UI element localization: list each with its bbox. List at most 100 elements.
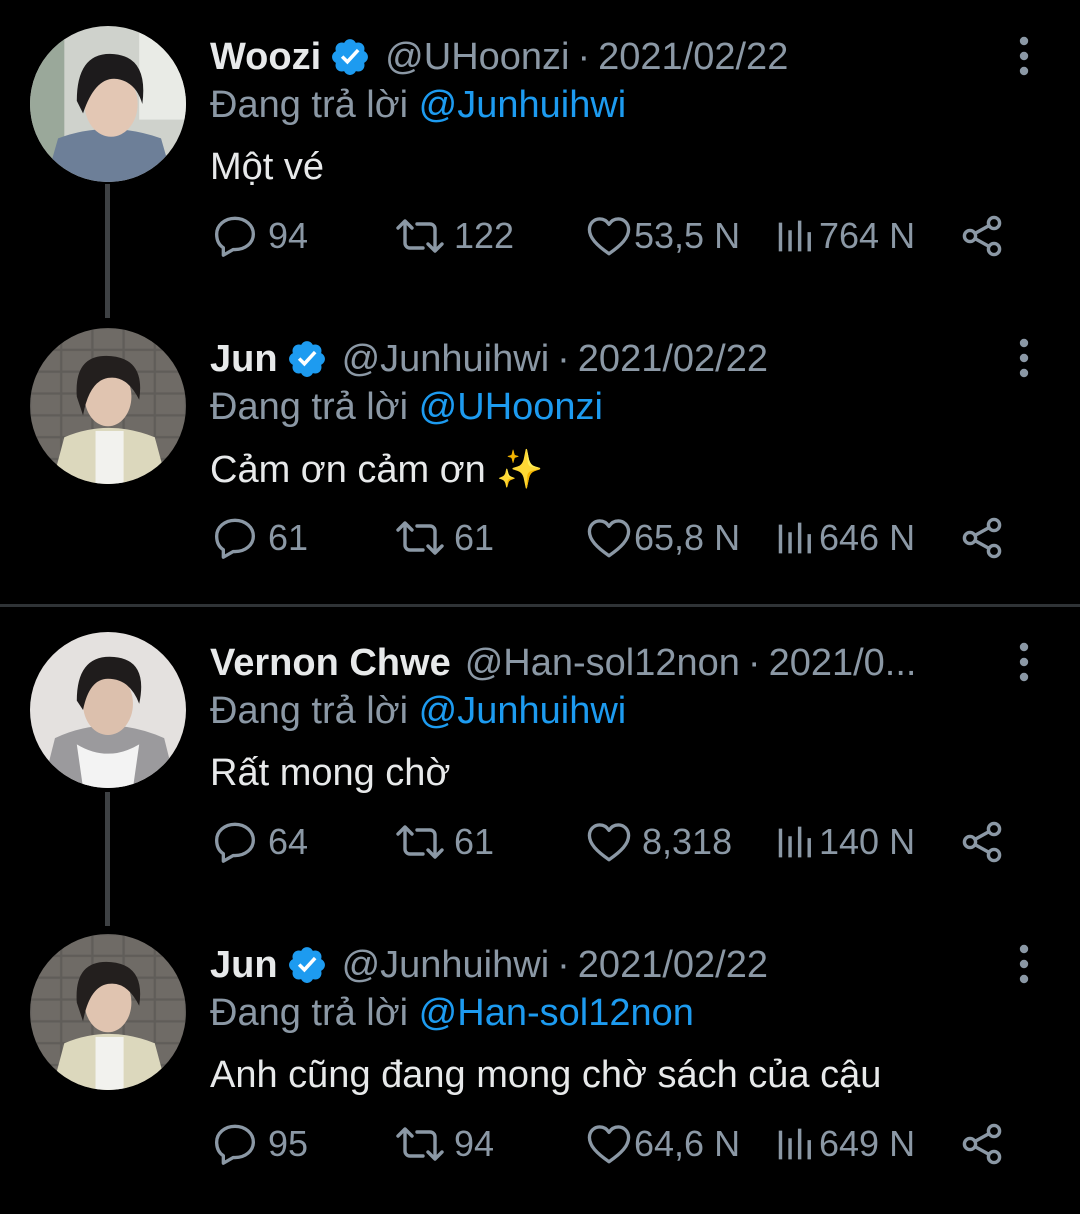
tweet-actions: 94 122 53,5 N 764 N (210, 206, 1010, 266)
reply-icon (210, 1119, 260, 1169)
tweet-header: Jun @Junhuihwi · 2021/02/22 (210, 332, 768, 386)
replying-to-mention[interactable]: @Junhuihwi (419, 690, 627, 732)
heart-icon (584, 1119, 634, 1169)
tweet-actions: 95 94 64,6 N 649 N (210, 1114, 1010, 1174)
author-handle[interactable]: @Junhuihwi (342, 944, 550, 987)
views-button[interactable]: 764 N (773, 206, 915, 266)
retweet-button[interactable]: 94 (392, 1114, 494, 1174)
replying-to: Đang trả lời @Junhuihwi (210, 690, 626, 733)
replying-to: Đang trả lời @Junhuihwi (210, 84, 626, 127)
author-name[interactable]: Jun (210, 944, 278, 987)
avatar[interactable] (30, 632, 186, 788)
heart-icon (584, 211, 634, 261)
views-button[interactable]: 140 N (773, 812, 915, 872)
tweet-date[interactable]: 2021/02/22 (578, 338, 768, 381)
tweet-date[interactable]: 2021/0... (769, 642, 917, 685)
replying-to-mention[interactable]: @Han-sol12non (419, 992, 694, 1034)
replying-to-mention[interactable]: @Junhuihwi (419, 84, 627, 126)
reply-icon (210, 817, 260, 867)
author-handle[interactable]: @Han-sol12non (465, 642, 740, 685)
like-count: 8,318 (642, 821, 733, 862)
like-button[interactable]: 8,318 (584, 812, 732, 872)
like-count: 53,5 N (634, 215, 741, 256)
reply-button[interactable]: 94 (210, 206, 308, 266)
reply-count: 61 (268, 517, 309, 558)
share-button[interactable] (958, 206, 1006, 266)
replying-to-label: Đang trả lời (210, 992, 419, 1034)
replying-to-label: Đang trả lời (210, 690, 419, 732)
views-icon (773, 515, 819, 561)
share-button[interactable] (958, 1114, 1006, 1174)
views-button[interactable]: 649 N (773, 1114, 915, 1174)
reply-icon (210, 211, 260, 261)
views-icon (773, 213, 819, 259)
reply-count: 64 (268, 821, 309, 862)
heart-icon (584, 513, 634, 563)
tweet-date[interactable]: 2021/02/22 (598, 36, 788, 79)
share-button[interactable] (958, 812, 1006, 872)
reply-button[interactable]: 64 (210, 812, 308, 872)
avatar[interactable] (30, 934, 186, 1090)
tweet[interactable]: Jun @Junhuihwi · 2021/02/22 Đang trả lời… (0, 302, 1080, 604)
author-name[interactable]: Vernon Chwe (210, 642, 451, 685)
tweet[interactable]: Jun @Junhuihwi · 2021/02/22 Đang trả lời… (0, 908, 1080, 1210)
tweet[interactable]: Woozi @UHoonzi · 2021/02/22 Đang trả lời… (0, 0, 1080, 302)
tweet-date[interactable]: 2021/02/22 (578, 944, 768, 987)
tweet-text: Rất mong chờ (210, 752, 451, 794)
verified-badge-icon (286, 338, 328, 380)
reply-button[interactable]: 61 (210, 508, 308, 568)
share-icon (958, 514, 1006, 562)
more-options-icon[interactable] (1014, 36, 1034, 76)
replying-to: Đang trả lời @Han-sol12non (210, 992, 694, 1035)
retweet-button[interactable]: 122 (392, 206, 514, 266)
retweet-icon (392, 818, 448, 866)
share-button[interactable] (958, 508, 1006, 568)
more-options-icon[interactable] (1014, 944, 1034, 984)
avatar[interactable] (30, 26, 186, 182)
reply-count: 95 (268, 1123, 309, 1164)
view-count: 140 N (819, 821, 916, 862)
tweet[interactable]: Vernon Chwe @Han-sol12non · 2021/0... Đa… (0, 606, 1080, 908)
verified-badge-icon (329, 36, 371, 78)
share-icon (958, 212, 1006, 260)
replying-to-mention[interactable]: @UHoonzi (419, 386, 603, 428)
author-name[interactable]: Jun (210, 338, 278, 381)
separator-dot: · (557, 943, 570, 986)
avatar[interactable] (30, 328, 186, 484)
author-handle[interactable]: @UHoonzi (385, 36, 569, 79)
view-count: 764 N (819, 215, 916, 256)
tweet-header: Woozi @UHoonzi · 2021/02/22 (210, 30, 788, 84)
replying-to-label: Đang trả lời (210, 84, 419, 126)
heart-icon (584, 817, 634, 867)
more-options-icon[interactable] (1014, 642, 1034, 682)
view-count: 646 N (819, 517, 916, 558)
like-button[interactable]: 53,5 N (584, 206, 740, 266)
avatar-vernon-icon (30, 632, 186, 788)
retweet-button[interactable]: 61 (392, 812, 494, 872)
like-button[interactable]: 64,6 N (584, 1114, 740, 1174)
retweet-button[interactable]: 61 (392, 508, 494, 568)
share-icon (958, 1120, 1006, 1168)
more-options-icon[interactable] (1014, 338, 1034, 378)
like-count: 65,8 N (634, 517, 741, 558)
share-icon (958, 818, 1006, 866)
views-button[interactable]: 646 N (773, 508, 915, 568)
separator-dot: · (747, 641, 761, 684)
like-button[interactable]: 65,8 N (584, 508, 740, 568)
avatar-woozi-icon (30, 26, 186, 182)
retweet-count: 61 (454, 821, 495, 862)
replying-to: Đang trả lời @UHoonzi (210, 386, 603, 429)
separator-dot: · (577, 35, 591, 78)
reply-icon (210, 513, 260, 563)
avatar-jun-icon (30, 934, 186, 1090)
views-icon (773, 1121, 819, 1167)
retweet-icon (392, 1120, 448, 1168)
retweet-count: 61 (454, 517, 495, 558)
tweet-actions: 64 61 8,318 140 N (210, 812, 1010, 872)
author-name[interactable]: Woozi (210, 36, 321, 79)
author-handle[interactable]: @Junhuihwi (342, 338, 550, 381)
reply-button[interactable]: 95 (210, 1114, 308, 1174)
tweet-text: Anh cũng đang mong chờ sách của cậu (210, 1054, 882, 1096)
separator-dot: · (557, 337, 570, 380)
tweet-header: Jun @Junhuihwi · 2021/02/22 (210, 938, 768, 992)
